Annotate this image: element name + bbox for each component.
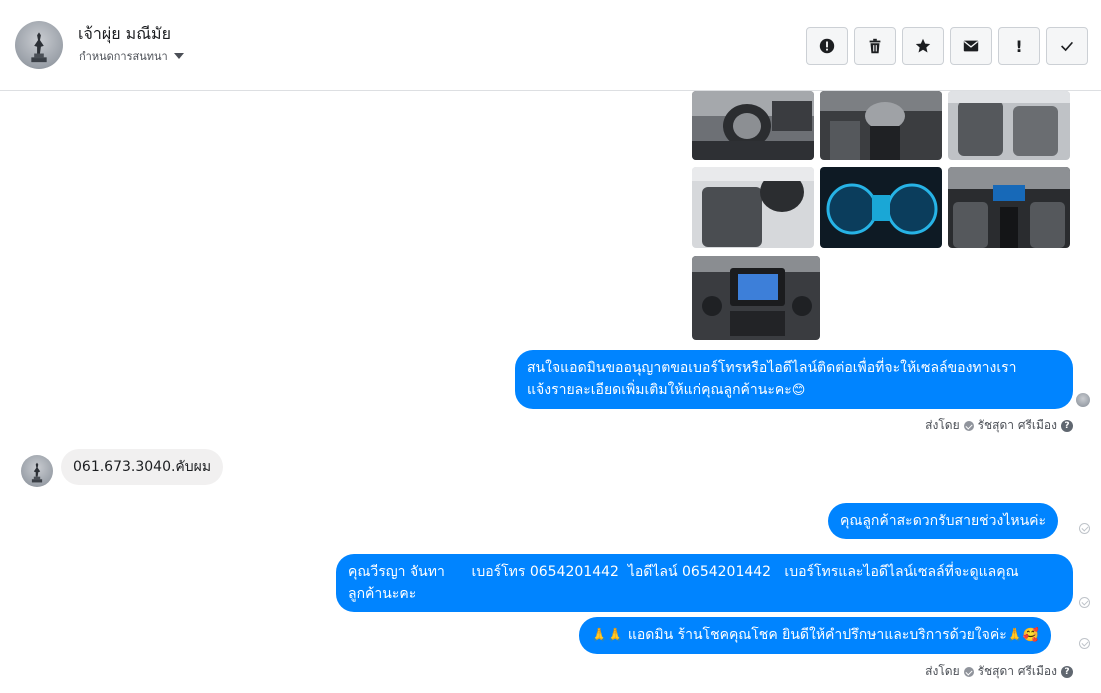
pray-love-emoji-icon: 🙏🥰 <box>1006 628 1040 643</box>
sender-name[interactable]: รัชสุดา ศรีเมือง <box>978 416 1057 435</box>
attachment-photo[interactable] <box>948 91 1070 160</box>
sent-by-prefix: ส่งโดย <box>925 418 960 432</box>
contact-avatar[interactable] <box>15 21 63 69</box>
pray-emoji-icon: 🙏🙏 <box>591 628 624 643</box>
envelope-icon <box>963 40 979 52</box>
checkmark-icon <box>1061 41 1074 52</box>
help-icon[interactable]: ? <box>1061 665 1073 678</box>
attachment-photo[interactable] <box>692 167 814 248</box>
trash-icon <box>869 38 881 54</box>
attachment-photo[interactable] <box>820 91 942 160</box>
conversation-toolbar: ! <box>806 27 1088 65</box>
sent-by-info: ส่งโดย รัชสุดา ศรีเมือง ? <box>925 416 1073 435</box>
mark-spam-button[interactable] <box>806 27 848 65</box>
message-text-line: สนใจแอดมินขออนุญาตขอเบอร์โทรหรือไอดีไลน์… <box>527 360 1017 376</box>
follow-up-button[interactable]: ! <box>998 27 1040 65</box>
assign-conversation-dropdown[interactable]: กำหนดการสนทนา <box>79 47 184 65</box>
delivered-check-icon <box>1079 523 1090 534</box>
contact-avatar-small[interactable] <box>21 455 53 487</box>
sent-by-prefix: ส่งโดย <box>925 664 960 678</box>
incoming-message[interactable]: 061.673.3040.คับผม <box>61 449 224 485</box>
delete-button[interactable] <box>854 27 896 65</box>
delivered-check-icon <box>1079 597 1090 608</box>
outgoing-message[interactable]: สนใจแอดมินขออนุญาตขอเบอร์โทรหรือไอดีไลน์… <box>515 350 1073 409</box>
smile-emoji-icon: 😊 <box>791 383 806 398</box>
message-text: คุณลูกค้าสะดวกรับสายช่วงไหนค่ะ <box>840 513 1047 529</box>
contact-name: เจ้าผุ่ย มณีมัย <box>78 24 171 43</box>
mark-done-button[interactable] <box>1046 27 1088 65</box>
help-icon[interactable]: ? <box>1061 419 1073 432</box>
message-text-line: แจ้งรายละเอียดเพิ่มเติมให้แก่คุณลูกค้านะ… <box>527 379 1061 402</box>
conversation-header: เจ้าผุ่ย มณีมัย กำหนดการสนทนา ! <box>0 0 1101 91</box>
outgoing-message[interactable]: 🙏🙏 แอดมิน ร้านโชคคุณโชค ยินดีให้คำปรึกษา… <box>579 617 1052 654</box>
star-button[interactable] <box>902 27 944 65</box>
exclamation-icon: ! <box>1015 36 1023 56</box>
verified-icon <box>963 420 974 431</box>
sent-by-info: ส่งโดย รัชสุดา ศรีเมือง ? <box>925 662 1073 681</box>
attachment-photo[interactable] <box>692 91 814 160</box>
mark-unread-button[interactable] <box>950 27 992 65</box>
message-text: 061.673.3040.คับผม <box>73 459 212 475</box>
attachment-photo[interactable] <box>948 167 1070 248</box>
assign-label: กำหนดการสนทนา <box>79 50 168 63</box>
statue-image <box>31 32 47 62</box>
message-text-line: ลูกค้านะคะ <box>348 586 417 602</box>
alert-circle-icon <box>819 38 835 54</box>
caret-down-icon <box>173 53 184 59</box>
verified-icon <box>963 666 974 677</box>
message-text-line: คุณวีรญา จันทา เบอร์โทร 0654201442 ไอดีไ… <box>348 564 1019 580</box>
attachment-photo[interactable] <box>820 167 942 248</box>
star-icon <box>915 38 931 53</box>
attachment-photo[interactable] <box>692 256 820 340</box>
seen-avatar <box>1076 393 1090 407</box>
delivered-check-icon <box>1079 638 1090 649</box>
statue-image <box>31 462 43 483</box>
outgoing-message[interactable]: คุณลูกค้าสะดวกรับสายช่วงไหนค่ะ <box>828 503 1059 539</box>
outgoing-message[interactable]: คุณวีรญา จันทา เบอร์โทร 0654201442 ไอดีไ… <box>336 554 1073 612</box>
message-text: แอดมิน ร้านโชคคุณโชค ยินดีให้คำปรึกษาและ… <box>627 627 1007 643</box>
sender-name[interactable]: รัชสุดา ศรีเมือง <box>978 662 1057 681</box>
